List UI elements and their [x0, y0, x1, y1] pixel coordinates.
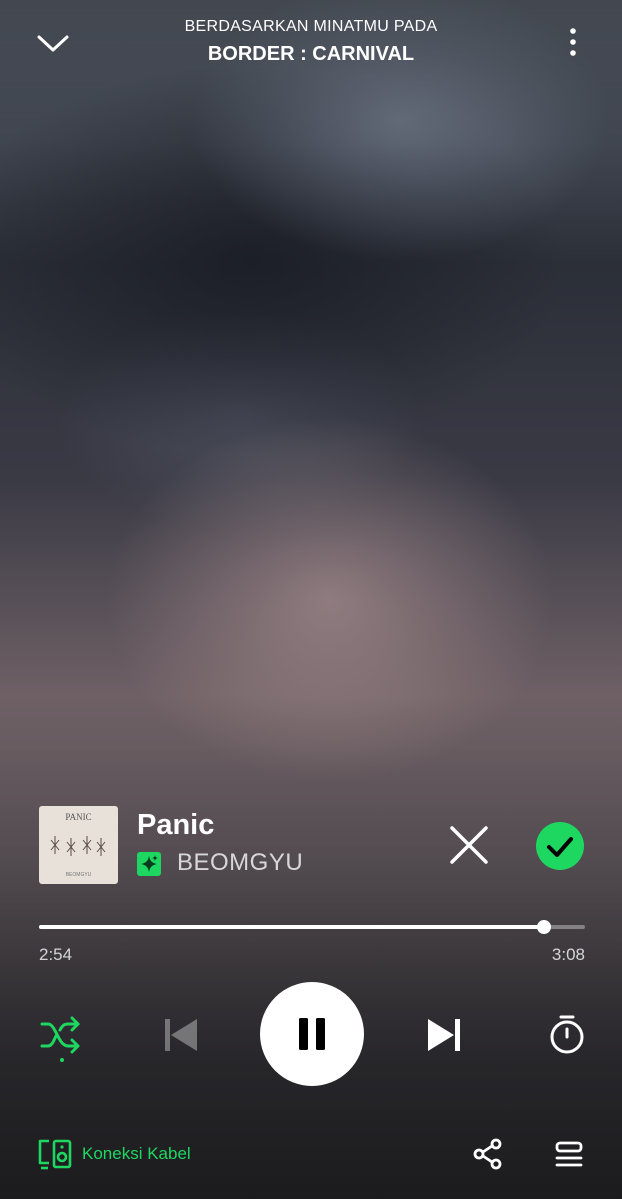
progress-handle[interactable]	[537, 920, 551, 934]
track-artist[interactable]: BEOMGYU	[177, 849, 303, 877]
queue-button[interactable]	[550, 1136, 588, 1172]
pause-button[interactable]	[260, 982, 364, 1086]
progress-fill	[39, 925, 544, 929]
context-label: BERDASARKAN MINATMU PADA	[184, 18, 438, 35]
track-title[interactable]: Panic	[137, 809, 214, 842]
sparkle-icon	[141, 855, 158, 872]
remove-button[interactable]	[444, 820, 494, 870]
total-time: 3:08	[551, 945, 585, 964]
album-cover-footer: BEOMGYU	[65, 872, 92, 878]
saved-button[interactable]	[534, 820, 586, 872]
previous-button[interactable]	[158, 1012, 204, 1058]
more-vertical-icon	[570, 28, 576, 56]
check-circle-icon	[536, 822, 584, 870]
more-options-button[interactable]	[556, 22, 590, 62]
context-title[interactable]: BORDER : CARNIVAL	[0, 43, 622, 66]
close-icon	[450, 826, 488, 864]
sleep-timer-button[interactable]	[544, 1010, 590, 1058]
sleep-timer-icon	[550, 1015, 584, 1054]
album-cover: PANIC BEOMGYU	[39, 806, 118, 884]
speaker-device-icon	[38, 1139, 72, 1170]
skip-next-icon	[428, 1019, 460, 1051]
shuffle-button[interactable]	[34, 1010, 86, 1066]
shuffle-icon	[40, 1016, 80, 1062]
elapsed-time: 2:54	[39, 945, 73, 964]
connect-device-button[interactable]	[36, 1136, 74, 1172]
next-button[interactable]	[421, 1012, 467, 1058]
skip-previous-icon	[165, 1019, 197, 1051]
share-icon	[473, 1138, 502, 1170]
smart-shuffle-badge	[137, 852, 161, 876]
pause-icon	[299, 1018, 325, 1050]
share-button[interactable]	[470, 1136, 506, 1172]
queue-icon	[555, 1141, 583, 1167]
connection-label[interactable]: Koneksi Kabel	[82, 1144, 191, 1164]
